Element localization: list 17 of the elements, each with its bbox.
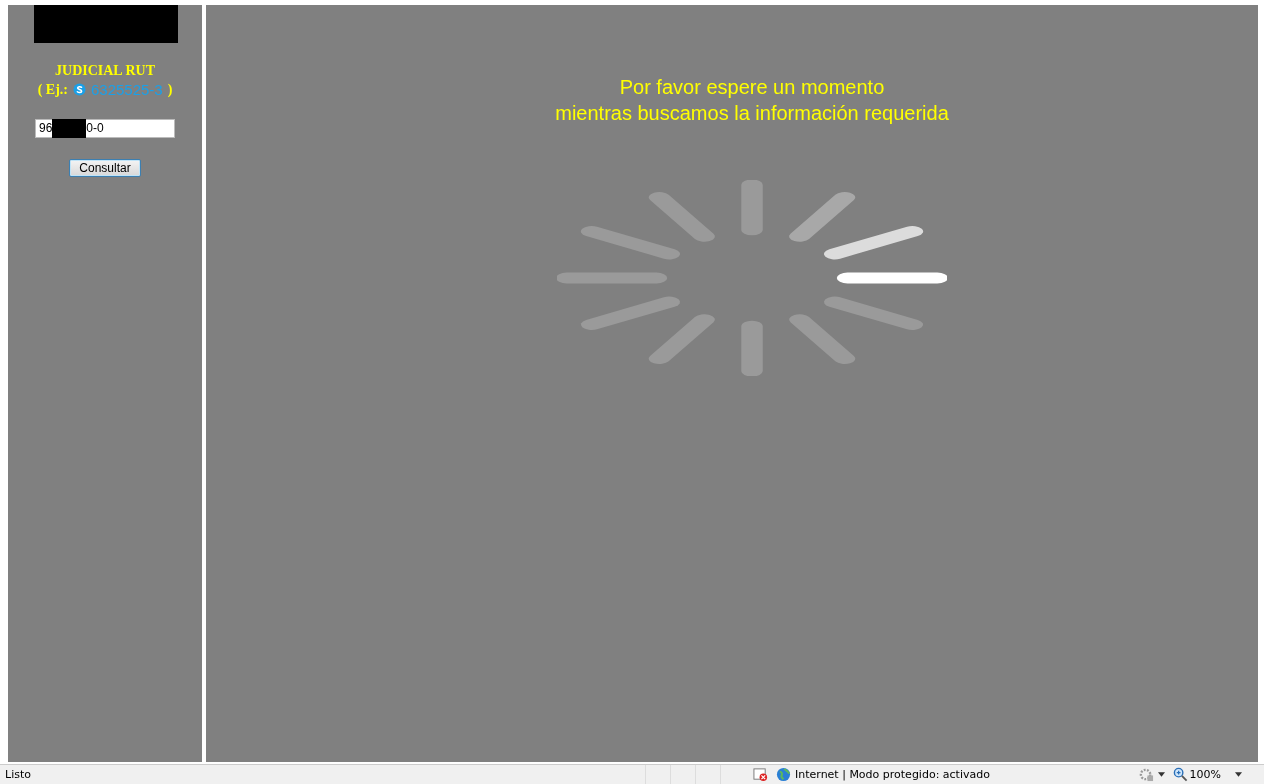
- phone-call-icon: [72, 83, 86, 96]
- status-text: Listo: [5, 768, 32, 781]
- redaction-bar: [52, 119, 87, 138]
- caret-icon[interactable]: [1157, 772, 1165, 777]
- consultar-button[interactable]: Consultar: [69, 159, 141, 177]
- security-zone-text: Internet | Modo protegido: activado: [795, 768, 990, 781]
- globe-icon: [776, 767, 791, 782]
- caret-icon[interactable]: [1235, 772, 1242, 777]
- loading-message: Por favor espere un momento mientras buscamos la información requerida: [555, 75, 949, 126]
- example-label-end: ): [167, 81, 173, 98]
- phone-number: 6325525-3: [90, 81, 163, 98]
- example-label: ( Ej.:: [37, 81, 68, 98]
- field-title: JUDICIAL RUT: [55, 63, 155, 79]
- zoom-icon[interactable]: [1172, 767, 1188, 782]
- zoom-level[interactable]: 100%: [1189, 768, 1221, 781]
- rut-field[interactable]: 96 0-0: [35, 119, 175, 138]
- blocked-window-icon[interactable]: [753, 767, 768, 782]
